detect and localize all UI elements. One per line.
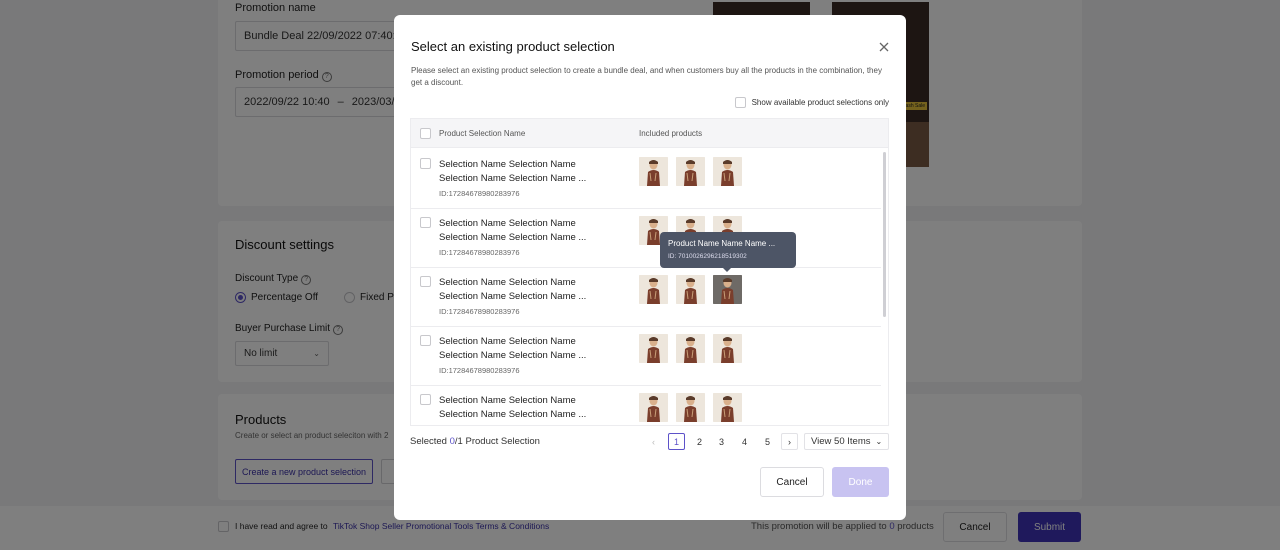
select-selection-modal: Select an existing product selection Ple…	[394, 15, 906, 520]
page-size-select[interactable]: View 50 Items ⌄	[804, 433, 889, 450]
chevron-down-icon: ⌄	[875, 437, 883, 446]
selection-id: ID:17284678980283976	[439, 189, 520, 198]
selected-prefix: Selected	[410, 436, 447, 447]
page-3-button[interactable]: 3	[713, 433, 730, 450]
selection-id: ID:17284678980283976	[439, 366, 520, 375]
table-row[interactable]: Selection Name Selection Name Selection …	[411, 149, 881, 209]
row-checkbox[interactable]	[420, 394, 431, 405]
row-checkbox[interactable]	[420, 335, 431, 346]
selection-name: Selection Name Selection Name Selection …	[439, 395, 587, 420]
product-thumbnail[interactable]	[676, 393, 705, 422]
product-thumbnail[interactable]	[713, 393, 742, 422]
selection-name: Selection Name Selection Name Selection …	[439, 218, 587, 243]
select-all-checkbox[interactable]	[420, 128, 431, 139]
tooltip-product-id: ID: 7010026296218519302	[668, 253, 747, 260]
show-available-toggle[interactable]: Show available product selections only	[734, 97, 889, 108]
column-header-included: Included products	[639, 129, 703, 138]
table-row[interactable]: Selection Name Selection Name Selection …	[411, 385, 881, 425]
page-2-button[interactable]: 2	[691, 433, 708, 450]
product-tooltip: Product Name Name Name ... ID: 701002629…	[660, 232, 796, 272]
next-page-icon[interactable]: ›	[781, 433, 798, 450]
product-thumbnail[interactable]	[676, 157, 705, 186]
product-thumbnail[interactable]	[676, 334, 705, 363]
product-thumbnail[interactable]	[639, 275, 668, 304]
modal-cancel-button[interactable]: Cancel	[760, 467, 824, 497]
selected-suffix: Product Selection	[465, 436, 540, 447]
product-thumbnail[interactable]	[639, 157, 668, 186]
table-row[interactable]: Selection Name Selection Name Selection …	[411, 208, 881, 268]
row-checkbox[interactable]	[420, 217, 431, 228]
show-available-label: Show available product selections only	[751, 98, 889, 107]
row-checkbox[interactable]	[420, 276, 431, 287]
table-header: Product Selection Name Included products	[411, 119, 888, 148]
done-button[interactable]: Done	[832, 467, 889, 497]
product-thumbnail[interactable]	[713, 157, 742, 186]
page-5-button[interactable]: 5	[759, 433, 776, 450]
page-4-button[interactable]: 4	[736, 433, 753, 450]
show-available-checkbox[interactable]	[734, 97, 746, 108]
page-size-value: View 50 Items	[811, 436, 871, 447]
product-thumbnail[interactable]	[676, 275, 705, 304]
table-scrollbar[interactable]	[883, 152, 886, 317]
selection-table: Product Selection Name Included products…	[410, 118, 889, 426]
modal-title: Select an existing product selection	[411, 39, 615, 54]
page-1-button[interactable]: 1	[668, 433, 685, 450]
modal-description: Please select an existing product select…	[411, 66, 882, 87]
prev-page-icon[interactable]: ‹	[645, 433, 662, 450]
product-thumbnail[interactable]	[713, 334, 742, 363]
product-thumbnail[interactable]	[639, 393, 668, 422]
product-thumbnail[interactable]	[713, 275, 742, 304]
column-header-name: Product Selection Name	[439, 129, 526, 138]
selection-name: Selection Name Selection Name Selection …	[439, 159, 587, 184]
row-checkbox[interactable]	[420, 158, 431, 169]
close-icon[interactable]	[877, 40, 891, 54]
selection-name: Selection Name Selection Name Selection …	[439, 277, 587, 302]
product-thumbnail[interactable]	[639, 334, 668, 363]
selection-id: ID:17284678980283976	[439, 248, 520, 257]
selected-count-text: Selected 0/1 Product Selection	[410, 436, 540, 447]
selection-id: ID:17284678980283976	[439, 307, 520, 316]
tooltip-product-name: Product Name Name Name ...	[668, 239, 776, 248]
table-row[interactable]: Selection Name Selection Name Selection …	[411, 267, 881, 327]
selected-total: /1	[454, 436, 463, 447]
selection-name: Selection Name Selection Name Selection …	[439, 336, 587, 361]
table-row[interactable]: Selection Name Selection Name Selection …	[411, 326, 881, 386]
